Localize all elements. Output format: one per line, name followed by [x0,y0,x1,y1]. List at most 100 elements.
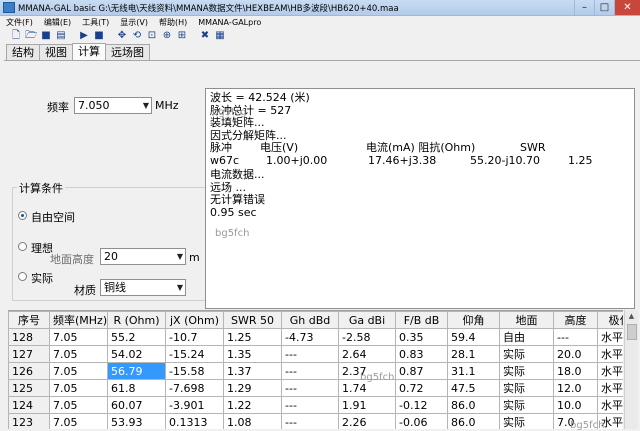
table-cell[interactable]: 水平 [597,345,623,363]
table-row[interactable]: 126 7.05 56.79 -15.58 1.37 --- 2.37 0.87 31.1 实际 1… [8,362,623,380]
tools-icon[interactable]: ✖ [199,30,211,42]
table-row[interactable]: 123 7.05 53.93 0.1313 1.08 --- 2.26 -0.06 86.0 实际… [8,413,623,429]
vertical-scrollbar[interactable]: ▲ [624,310,638,429]
close-button[interactable]: ✕ [614,0,640,15]
table-cell[interactable]: 126 [8,362,50,380]
table-cell[interactable]: 18.0 [553,362,598,380]
table-cell[interactable]: 7.05 [49,345,108,363]
menu-view[interactable]: 显示(V) [120,17,148,28]
table-cell[interactable]: 0.35 [395,328,448,346]
table-cell[interactable]: 125 [8,379,50,397]
column-header[interactable]: 极化 [597,311,623,329]
table-cell[interactable]: --- [281,362,339,380]
table-cell[interactable]: 12.0 [553,379,598,397]
frequency-input[interactable]: 7.050 ▼ [74,97,152,114]
move-icon[interactable]: ✥ [116,30,128,42]
table-cell[interactable]: 自由 [499,328,554,346]
tab-calculate[interactable]: 计算 [72,43,106,60]
stop-icon[interactable]: ■ [93,30,105,42]
table-cell[interactable]: 54.02 [107,345,166,363]
table-row[interactable]: 125 7.05 61.8 -7.698 1.29 --- 1.74 0.72 47.5 实际 12… [8,379,623,397]
run-icon[interactable]: ▶ [78,30,90,42]
table-cell[interactable]: 实际 [499,345,554,363]
table-cell[interactable]: 0.1313 [165,413,224,429]
table-cell[interactable]: 水平 [597,362,623,380]
table-cell[interactable]: 1.08 [223,413,282,429]
column-header[interactable]: 地面 [499,311,554,329]
menu-help[interactable]: 帮助(H) [159,17,187,28]
table-cell[interactable]: 20.0 [553,345,598,363]
table-cell[interactable]: 7.05 [49,379,108,397]
table-cell[interactable]: -7.698 [165,379,224,397]
table-cell[interactable]: 123 [8,413,50,429]
table-cell[interactable]: 31.1 [447,362,500,380]
open-file-icon[interactable]: 🗁 [25,30,37,42]
maximize-button[interactable]: □ [594,0,614,15]
radio-ideal[interactable] [18,242,27,251]
rotate-icon[interactable]: ⟲ [131,30,143,42]
column-header[interactable]: Ga dBi [338,311,396,329]
radio-real[interactable] [18,272,27,281]
table-cell[interactable]: 59.4 [447,328,500,346]
column-header[interactable]: jX (Ohm) [165,311,224,329]
table-cell[interactable]: -15.58 [165,362,224,380]
table-cell[interactable]: 1.25 [223,328,282,346]
table-row[interactable]: 124 7.05 60.07 -3.901 1.22 --- 1.91 -0.12 86.0 实际… [8,396,623,414]
table-cell[interactable]: 86.0 [447,413,500,429]
menu-tools[interactable]: 工具(T) [82,17,109,28]
table-cell[interactable]: 56.79 [107,362,166,380]
table-cell[interactable]: -10.7 [165,328,224,346]
menu-file[interactable]: 文件(F) [6,17,33,28]
tab-far-field[interactable]: 远场图 [105,44,150,60]
table-cell[interactable]: 水平 [597,328,623,346]
table-cell[interactable]: 0.72 [395,379,448,397]
table-cell[interactable]: --- [281,396,339,414]
table-cell[interactable]: 实际 [499,396,554,414]
table-cell[interactable]: 水平 [597,396,623,414]
column-header[interactable]: 高度 [553,311,598,329]
table-cell[interactable]: 124 [8,396,50,414]
tab-geometry[interactable]: 结构 [6,44,40,60]
table-cell[interactable]: 水平 [597,379,623,397]
table-cell[interactable]: 1.35 [223,345,282,363]
column-header[interactable]: 仰角 [447,311,500,329]
table-cell[interactable]: 7.05 [49,413,108,429]
table-cell[interactable]: -0.12 [395,396,448,414]
table-cell[interactable]: 1.29 [223,379,282,397]
tab-view[interactable]: 视图 [39,44,73,60]
table-cell[interactable]: 127 [8,345,50,363]
table-cell[interactable]: -2.58 [338,328,396,346]
column-header[interactable]: R (Ohm) [107,311,166,329]
menu-pro[interactable]: MMANA-GALpro [198,18,261,27]
table-cell[interactable]: 10.0 [553,396,598,414]
calculation-output[interactable]: 波长 = 42.524 (米) 脉冲总计 = 527 装填矩阵... 因式分解矩… [205,88,635,309]
scroll-up-icon[interactable]: ▲ [625,310,638,322]
column-header[interactable]: 序号 [8,311,50,329]
save-icon[interactable]: ■ [40,30,52,42]
print-icon[interactable]: ▤ [55,30,67,42]
material-select[interactable]: 铜线 ▼ [100,279,186,296]
table-cell[interactable]: -4.73 [281,328,339,346]
table-cell[interactable]: 1.37 [223,362,282,380]
table-row[interactable]: 127 7.05 54.02 -15.24 1.35 --- 2.64 0.83 28.1 实际 2… [8,345,623,363]
table-cell[interactable]: -0.06 [395,413,448,429]
table-cell[interactable]: 61.8 [107,379,166,397]
ground-height-input[interactable]: 20 ▼ [100,248,186,265]
table-cell[interactable]: 7.05 [49,396,108,414]
new-file-icon[interactable]: 🗋 [10,30,22,42]
zoom-icon[interactable]: ⊕ [161,30,173,42]
table-cell[interactable]: --- [553,328,598,346]
column-header[interactable]: SWR 50 [223,311,282,329]
table-cell[interactable]: 7.05 [49,328,108,346]
scroll-thumb[interactable] [627,324,637,340]
table-cell[interactable]: 2.26 [338,413,396,429]
table-cell[interactable]: 1.22 [223,396,282,414]
table-cell[interactable]: --- [281,413,339,429]
grid-icon[interactable]: ⊞ [176,30,188,42]
table-cell[interactable]: 0.83 [395,345,448,363]
table-cell[interactable]: 1.91 [338,396,396,414]
table-cell[interactable]: 实际 [499,379,554,397]
table-cell[interactable]: 28.1 [447,345,500,363]
column-header[interactable]: F/B dB [395,311,448,329]
fit-icon[interactable]: ⊡ [146,30,158,42]
